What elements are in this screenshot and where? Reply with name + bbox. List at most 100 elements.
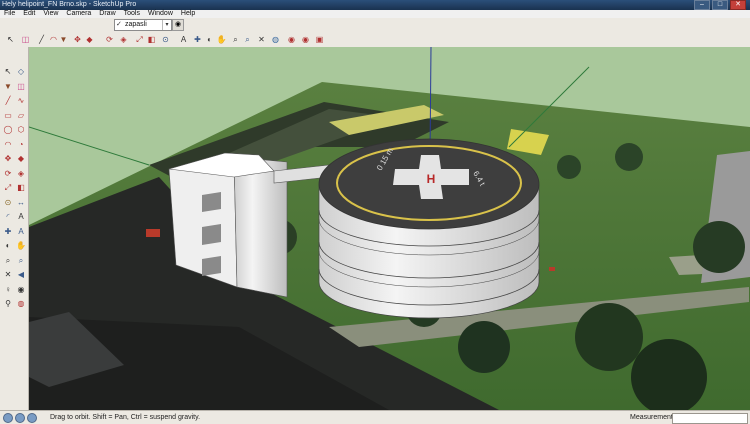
3d-text-icon[interactable]: A bbox=[16, 227, 26, 237]
menu-view[interactable]: View bbox=[39, 10, 62, 18]
rectangle-icon[interactable]: ▭ bbox=[3, 111, 13, 121]
close-button[interactable]: ✕ bbox=[730, 0, 746, 10]
status-icons bbox=[3, 413, 37, 423]
text-icon[interactable]: A bbox=[16, 212, 26, 222]
tree bbox=[575, 303, 643, 371]
tree bbox=[615, 143, 643, 171]
follow-me-icon[interactable]: ◈ bbox=[16, 169, 26, 179]
push-pull-icon[interactable]: ◆ bbox=[16, 154, 26, 164]
menu-tools[interactable]: Tools bbox=[120, 10, 144, 18]
status-bar: Drag to orbit. Shift = Pan, Ctrl = suspe… bbox=[0, 410, 750, 424]
eraser-icon[interactable]: ◫ bbox=[20, 34, 31, 45]
model-view[interactable]: H 0 15 m 6.4 t bbox=[29, 47, 750, 410]
title-bar: Hely helipoint_FN Brno.skp - SketchUp Pr… bbox=[0, 0, 750, 10]
pan-icon[interactable]: ✋ bbox=[216, 34, 227, 45]
paint-bucket-icon[interactable]: ▼ bbox=[58, 34, 69, 45]
chevron-down-icon[interactable]: ▾ bbox=[162, 20, 171, 30]
make-component-icon[interactable]: ◇ bbox=[16, 67, 26, 77]
menu-help[interactable]: Help bbox=[177, 10, 199, 18]
menu-draw[interactable]: Draw bbox=[95, 10, 119, 18]
main-toolbar: ↖ ◫ ╱ ◠ ▼ ✥ ◆ ⟳ ◈ ⤢ ◧ ⊙ A ✚ ◐ ✋ ⌕ ⌕ ✕ ◍ ◉ ◉ ▣ bbox=[0, 32, 750, 48]
arc-icon[interactable]: ◠ bbox=[3, 140, 13, 150]
select-icon[interactable]: ↖ bbox=[5, 34, 16, 45]
share-model-icon[interactable]: ◉ bbox=[300, 34, 311, 45]
menu-window[interactable]: Window bbox=[144, 10, 177, 18]
menu-camera[interactable]: Camera bbox=[62, 10, 95, 18]
zoom-extents-icon[interactable]: ✕ bbox=[3, 270, 13, 280]
measurements-label: Measurements bbox=[630, 414, 677, 421]
status-text: Drag to orbit. Shift = Pan, Ctrl = suspe… bbox=[50, 414, 201, 421]
tree bbox=[557, 155, 581, 179]
rotate-icon[interactable]: ⟳ bbox=[3, 169, 13, 179]
tree bbox=[693, 221, 745, 273]
offset-icon[interactable]: ◧ bbox=[16, 183, 26, 193]
google-earth-icon[interactable]: ◍ bbox=[270, 34, 281, 45]
look-around-icon[interactable]: ◉ bbox=[16, 285, 26, 295]
zoom-window-icon[interactable]: ⌕ bbox=[16, 256, 26, 266]
follow-me-icon[interactable]: ◈ bbox=[118, 34, 129, 45]
tree bbox=[458, 321, 510, 373]
large-tool-set: ↖ ◇ ▼ ◫ ╱ ∿ ▭ ▱ ◯ ⬡ ◠ ◔ ✥ ◆ ⟳ ◈ ⤢ ◧ ⊙ ↔ ◜ A ✚ A ◐ ✋ ⌕ ⌕ ✕ ◀ ♀ ◉ ⚲ ◍ bbox=[0, 47, 29, 410]
drawing-area[interactable]: H 0 15 m 6.4 t bbox=[29, 47, 750, 410]
window-controls: – □ ✕ bbox=[694, 0, 746, 10]
circle-icon[interactable]: ◯ bbox=[3, 125, 13, 135]
select-icon[interactable]: ↖ bbox=[3, 67, 13, 77]
helipad-letter: H bbox=[427, 172, 436, 186]
rotated-rectangle-icon[interactable]: ▱ bbox=[16, 111, 26, 121]
axes-icon[interactable]: ✚ bbox=[192, 34, 203, 45]
stair-window bbox=[202, 192, 221, 212]
zoom-extents-icon[interactable]: ✕ bbox=[256, 34, 267, 45]
line-icon[interactable]: ╱ bbox=[36, 34, 47, 45]
warehouse-icon[interactable]: ◉ bbox=[286, 34, 297, 45]
pie-icon[interactable]: ◔ bbox=[16, 140, 26, 150]
car bbox=[146, 229, 160, 237]
polygon-icon[interactable]: ⬡ bbox=[16, 125, 26, 135]
text-icon[interactable]: A bbox=[178, 34, 189, 45]
layer-select[interactable]: ✓ zapasli ▾ bbox=[114, 19, 172, 31]
tape-measure-icon[interactable]: ⊙ bbox=[3, 198, 13, 208]
scale-icon[interactable]: ⤢ bbox=[134, 34, 145, 45]
menu-file[interactable]: File bbox=[0, 10, 19, 18]
rotate-icon[interactable]: ⟳ bbox=[104, 34, 115, 45]
dimension-icon[interactable]: ↔ bbox=[16, 198, 26, 208]
orbit-icon[interactable]: ◐ bbox=[3, 241, 13, 251]
protractor-icon[interactable]: ◜ bbox=[3, 212, 13, 222]
layer-name: zapasli bbox=[125, 21, 147, 28]
layer-manager-icon[interactable]: ◉ bbox=[172, 19, 184, 31]
orbit-icon[interactable]: ◐ bbox=[204, 34, 215, 45]
window-title: Hely helipoint_FN Brno.skp - SketchUp Pr… bbox=[2, 1, 137, 8]
menu-edit[interactable]: Edit bbox=[19, 10, 39, 18]
line-icon[interactable]: ╱ bbox=[3, 96, 13, 106]
offset-icon[interactable]: ◧ bbox=[146, 34, 157, 45]
position-camera-icon[interactable]: ♀ bbox=[3, 285, 13, 295]
help-icon[interactable] bbox=[27, 413, 37, 423]
scale-icon[interactable]: ⤢ bbox=[3, 183, 13, 193]
zoom-icon[interactable]: ⌕ bbox=[3, 256, 13, 266]
pan-icon[interactable]: ✋ bbox=[16, 241, 26, 251]
maximize-button[interactable]: □ bbox=[712, 0, 728, 10]
previous-view-icon[interactable]: ◀ bbox=[16, 270, 26, 280]
measurements-field[interactable] bbox=[672, 413, 748, 424]
paint-bucket-icon[interactable]: ▼ bbox=[3, 82, 13, 92]
credits-icon[interactable] bbox=[15, 413, 25, 423]
zoom-window-icon[interactable]: ⌕ bbox=[242, 34, 253, 45]
freehand-icon[interactable]: ∿ bbox=[16, 96, 26, 106]
stair-window bbox=[202, 256, 221, 276]
minimize-button[interactable]: – bbox=[694, 0, 710, 10]
tape-measure-icon[interactable]: ⊙ bbox=[160, 34, 171, 45]
eraser-icon[interactable]: ◫ bbox=[16, 82, 26, 92]
menu-bar: File Edit View Camera Draw Tools Window … bbox=[0, 10, 750, 18]
push-pull-icon[interactable]: ◆ bbox=[84, 34, 95, 45]
geo-location-icon[interactable] bbox=[3, 413, 13, 423]
layer-check-icon: ✓ bbox=[116, 21, 122, 28]
layers-toolbar: ✓ zapasli ▾ ◉ bbox=[0, 18, 750, 33]
walk-icon[interactable]: ⚲ bbox=[3, 299, 13, 309]
move-icon[interactable]: ✥ bbox=[3, 154, 13, 164]
move-icon[interactable]: ✥ bbox=[72, 34, 83, 45]
stair-window bbox=[202, 224, 221, 245]
section-plane-icon[interactable]: ◍ bbox=[16, 299, 26, 309]
zoom-icon[interactable]: ⌕ bbox=[230, 34, 241, 45]
car bbox=[549, 267, 555, 271]
components-icon[interactable]: ▣ bbox=[314, 34, 325, 45]
axes-icon[interactable]: ✚ bbox=[3, 227, 13, 237]
